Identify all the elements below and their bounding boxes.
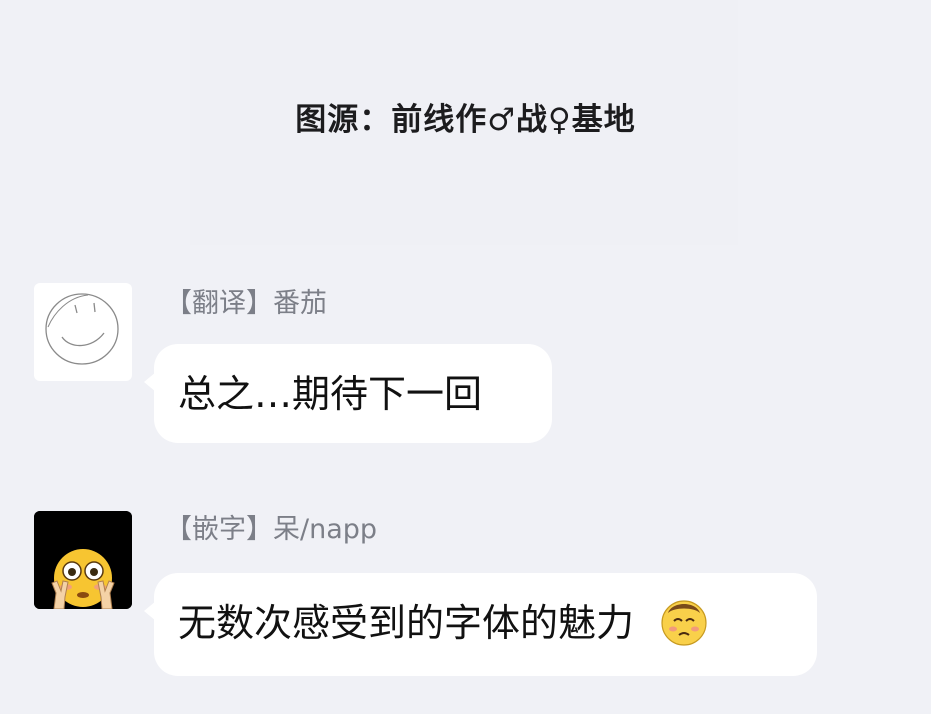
smiley-sketch-icon [45,293,119,365]
sender-name: 【嵌字】呆/napp [165,514,378,545]
message-bubble[interactable]: 无数次感受到的字体的魅力 [144,573,817,676]
header-image-area: 图源：前线作♂战♀基地 [0,0,931,255]
avatar[interactable] [34,283,132,381]
avatar[interactable] [34,511,132,609]
message-bubble[interactable]: 总之…期待下一回 [144,344,552,443]
message-text: 总之…期待下一回 [178,371,483,416]
sender-name: 【翻译】番茄 [165,288,327,319]
image-source-caption: 图源：前线作♂战♀基地 [295,102,636,138]
woozy-face-emoji-icon [658,595,710,647]
message-text: 无数次感受到的字体的魅力 [178,600,635,645]
flushed-face-peace-icon [34,511,132,609]
